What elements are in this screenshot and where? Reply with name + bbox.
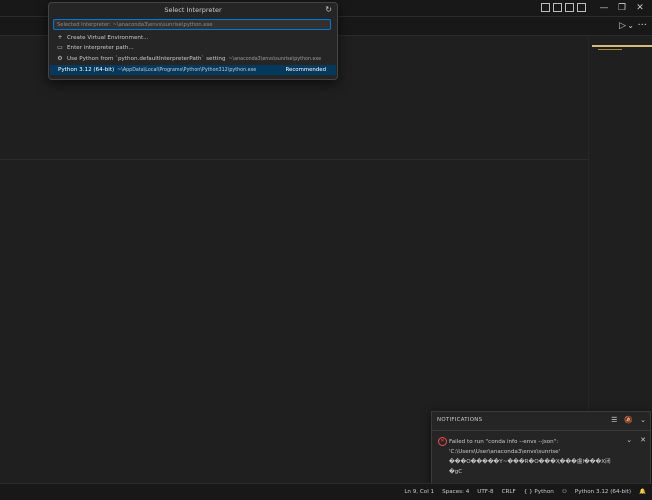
toggle-panel-icon[interactable] xyxy=(553,3,562,12)
notification-item: ✕ Failed to run "conda info --envs --jso… xyxy=(432,430,650,484)
copilot-icon[interactable]: ⚇ xyxy=(562,488,567,497)
notifications-bell-icon[interactable]: 🔔 xyxy=(639,488,646,497)
close-notification-icon[interactable]: ✕ xyxy=(640,436,646,444)
language-mode[interactable]: { } Python xyxy=(524,488,554,497)
maximize-button[interactable]: ❐ xyxy=(616,2,628,14)
cursor-position[interactable]: Ln 9, Col 1 xyxy=(404,488,434,497)
error-icon: ✕ xyxy=(438,437,447,446)
message-line: ���O�����Y~���R�O���Ҳ���䖒l���X闭 xyxy=(449,459,611,465)
clear-all-icon[interactable]: ☰ xyxy=(611,416,617,424)
python-interpreter[interactable]: Python 3.12 (64-bit) xyxy=(575,488,631,497)
vscode-window: — ❐ ✕ ▷ ⌄ ··· Select Interpreter ↻ Selec… xyxy=(0,0,652,500)
refresh-icon[interactable]: ↻ xyxy=(325,5,332,14)
create-venv-option[interactable]: + Create Virtual Environment... xyxy=(50,33,336,43)
expand-chevron-icon[interactable]: ⌄ xyxy=(626,436,632,444)
default-path-option[interactable]: ⚙ Use Python from `python.defaultInterpr… xyxy=(50,54,336,64)
plus-icon: + xyxy=(57,34,63,41)
folder-icon: ▭ xyxy=(57,44,63,51)
python-312-option[interactable]: Python 3.12 (64-bit) ~\AppData\Local\Prog… xyxy=(50,65,336,75)
customize-layout-icon[interactable] xyxy=(577,3,586,12)
notifications-center: NOTIFICATIONS ☰ 🔕 ⌄ ✕ Failed to run "con… xyxy=(431,411,651,484)
end-of-line[interactable]: CRLF xyxy=(502,488,516,497)
do-not-disturb-icon[interactable]: 🔕 xyxy=(624,416,633,424)
toggle-sidebar-icon[interactable] xyxy=(541,3,550,12)
more-actions-icon[interactable]: ··· xyxy=(637,20,647,31)
gear-icon: ⚙ xyxy=(57,55,63,62)
hide-notifications-chevron-icon[interactable]: ⌄ xyxy=(640,416,646,424)
notification-item-actions: ⌄ ✕ xyxy=(626,436,646,444)
notifications-title: NOTIFICATIONS xyxy=(437,417,483,423)
close-window-button[interactable]: ✕ xyxy=(634,2,646,14)
recommended-badge: Recommended xyxy=(285,67,326,73)
option-description: ~\AppData\Local\Programs\Python\Python31… xyxy=(117,68,257,73)
interpreter-search-input[interactable]: Selected Interpreter: ~\anaconda3\envs\s… xyxy=(53,19,331,30)
enter-path-option[interactable]: ▭ Enter interpreter path... xyxy=(50,43,336,53)
message-line: �gC xyxy=(449,469,463,475)
status-bar-right: Ln 9, Col 1 Spaces: 4 UTF-8 CRLF { } Pyt… xyxy=(404,488,646,497)
file-encoding[interactable]: UTF-8 xyxy=(477,488,493,497)
minimize-button[interactable]: — xyxy=(598,2,610,14)
notification-message: Failed to run "conda info --envs --json"… xyxy=(449,437,614,477)
option-label: Enter interpreter path... xyxy=(67,45,134,51)
message-line: 'C:\Users\User\anaconda3\envs\sunrise' xyxy=(449,449,561,455)
indentation[interactable]: Spaces: 4 xyxy=(442,488,469,497)
notifications-header: NOTIFICATIONS ☰ 🔕 ⌄ xyxy=(432,412,650,430)
window-controls: — ❐ ✕ xyxy=(598,2,646,14)
option-label: Create Virtual Environment... xyxy=(67,35,149,41)
option-label: Use Python from `python.defaultInterpret… xyxy=(67,56,226,62)
minimap-highlight xyxy=(592,45,652,47)
run-python-file-icon[interactable]: ▷ xyxy=(619,21,626,31)
message-line: Failed to run "conda info --envs --json"… xyxy=(449,439,559,445)
option-label: Python 3.12 (64-bit) xyxy=(58,67,115,73)
select-interpreter-quick-pick: Select Interpreter ↻ Selected Interprete… xyxy=(48,2,338,80)
run-menu-chevron-icon[interactable]: ⌄ xyxy=(627,21,634,30)
minimap-line xyxy=(598,49,622,50)
quick-pick-title: Select Interpreter xyxy=(164,6,222,14)
toggle-secondary-sidebar-icon[interactable] xyxy=(565,3,574,12)
editor-divider xyxy=(0,159,588,160)
notifications-actions: ☰ 🔕 ⌄ xyxy=(611,416,646,424)
layout-controls xyxy=(541,3,586,12)
status-bar: Ln 9, Col 1 Spaces: 4 UTF-8 CRLF { } Pyt… xyxy=(0,483,652,500)
option-description: ~\anaconda3\envs\sunrise\python.exe xyxy=(228,57,322,62)
